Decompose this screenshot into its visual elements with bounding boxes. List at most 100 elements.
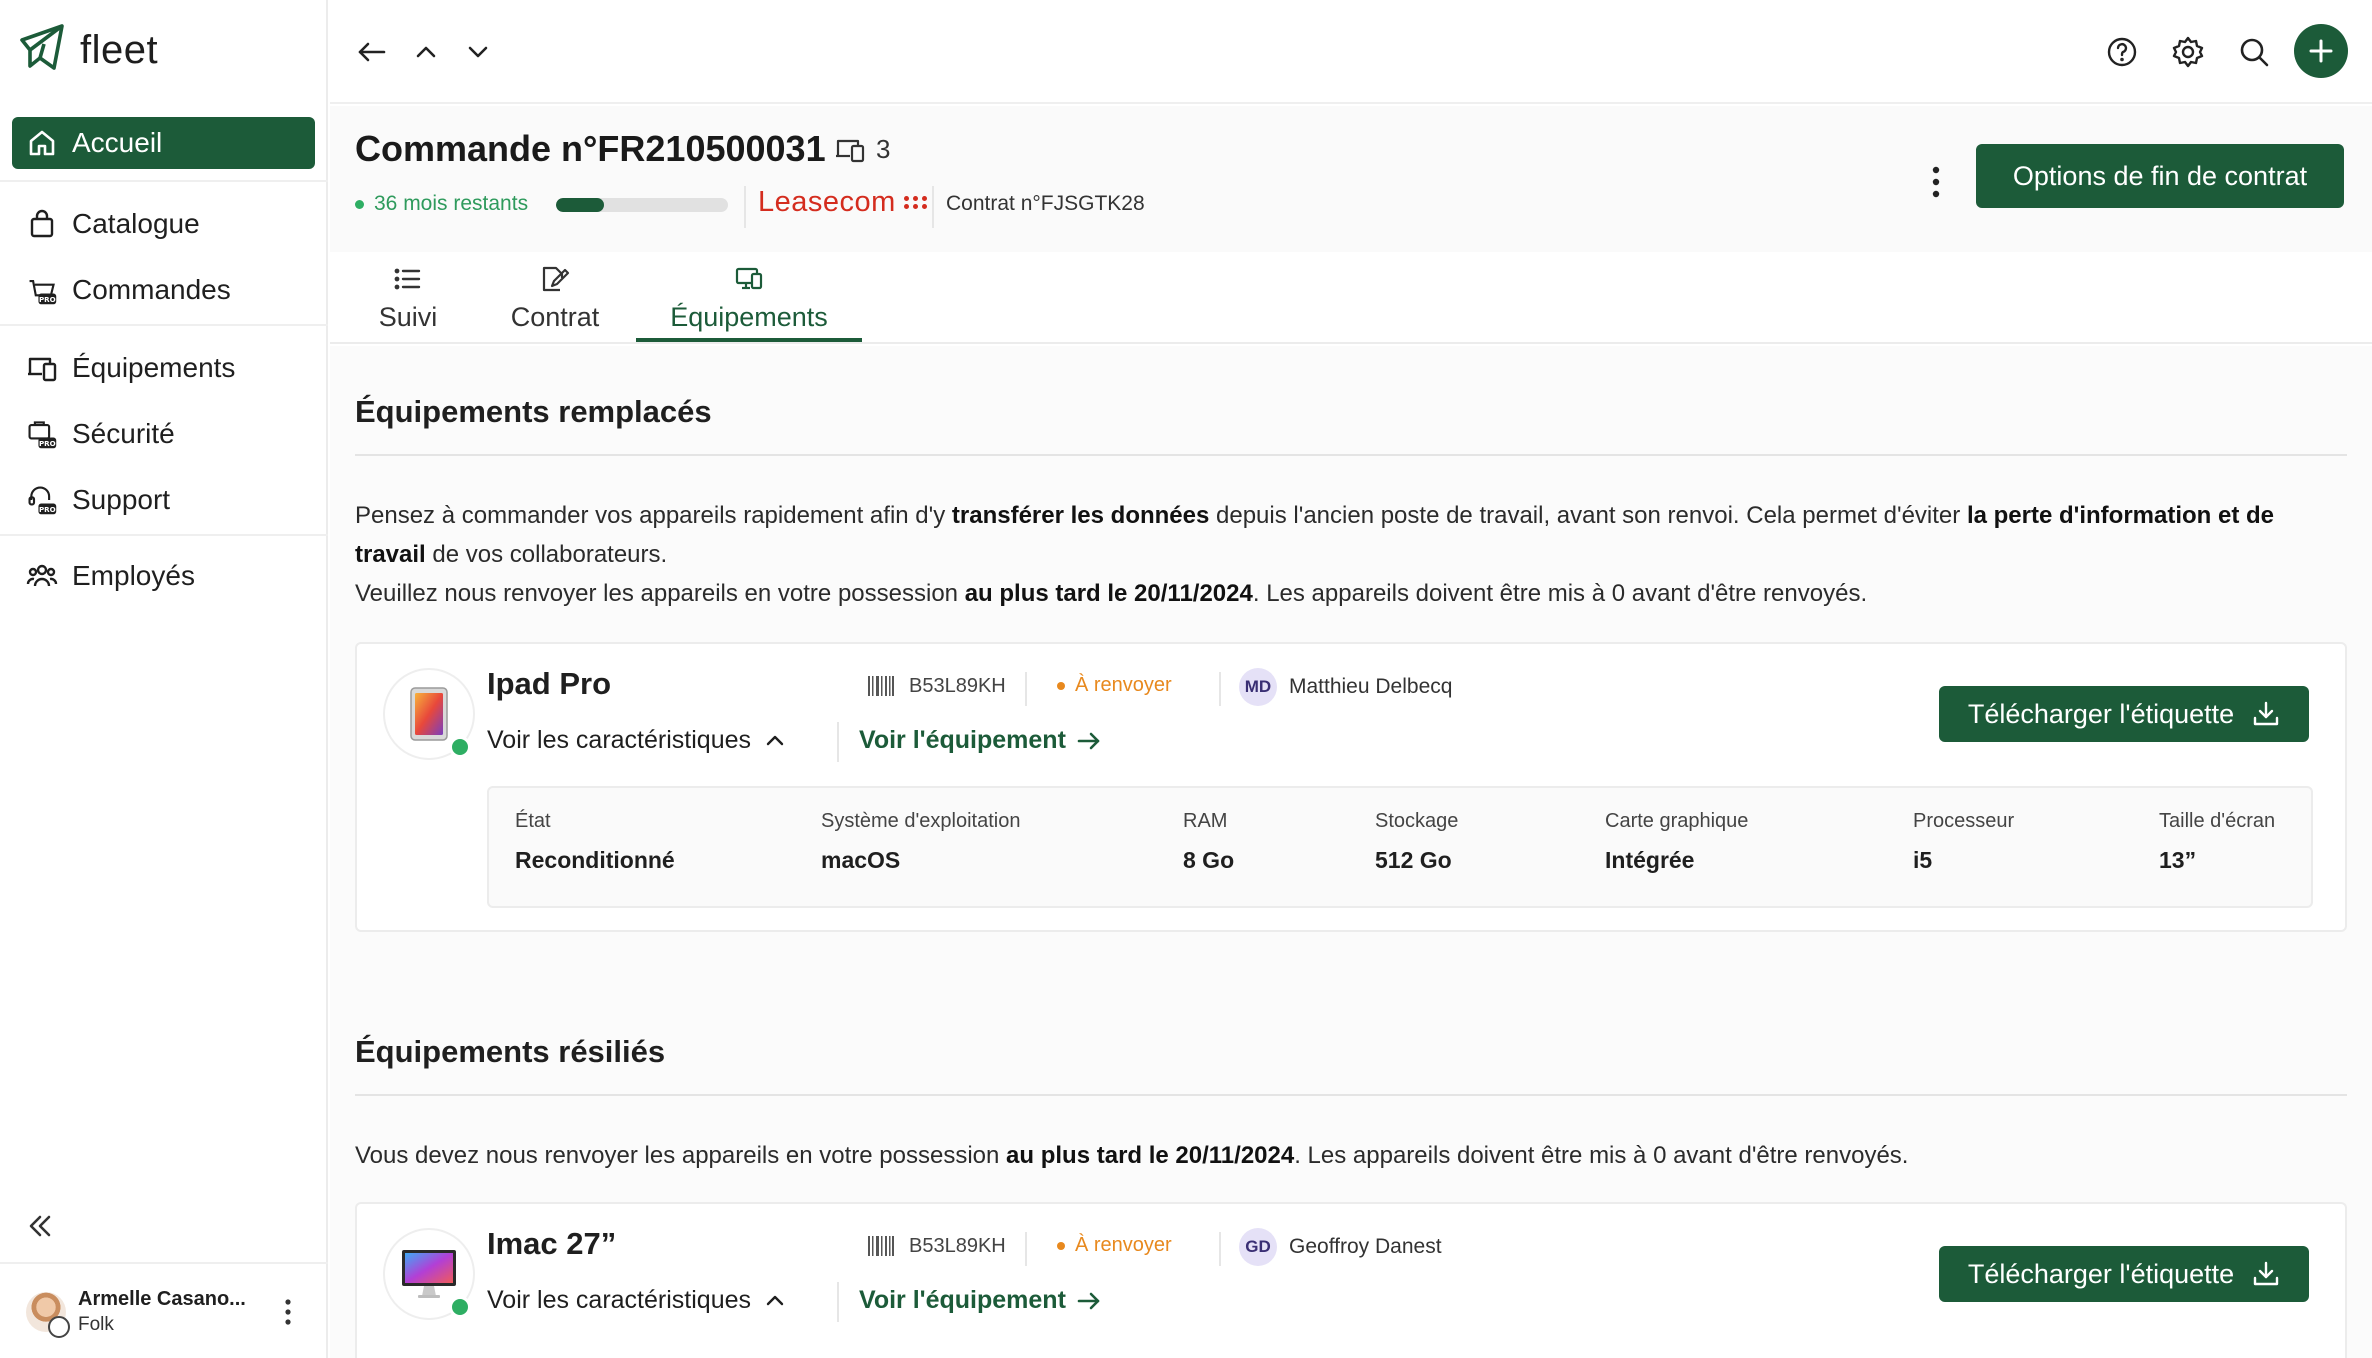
status-label: À renvoyer <box>1075 674 1172 696</box>
user-menu-icon[interactable] <box>278 1294 298 1330</box>
lessor-logo-dots <box>903 196 928 209</box>
sidebar-item-label: Sécurité <box>72 418 175 449</box>
nav-group-devices: Équipements PRO Sécurité PRO Support <box>0 326 328 536</box>
org-avatar-icon <box>48 1316 70 1338</box>
top-bar <box>330 0 2372 104</box>
serial-number: B53L89KH <box>867 674 1006 698</box>
nav-group-shop: Catalogue PRO Commandes <box>0 182 328 326</box>
assignee[interactable]: MD Matthieu Delbecq <box>1239 668 1452 706</box>
sidebar-item-catalogue[interactable]: Catalogue <box>12 198 315 250</box>
divider <box>1219 672 1221 706</box>
view-device-link[interactable]: Voir l'équipement <box>859 726 1102 755</box>
divider <box>837 722 839 762</box>
svg-text:PRO: PRO <box>39 295 56 304</box>
remaining-months: 36 mois restants <box>355 192 528 216</box>
section-title-terminated: Équipements résiliés <box>355 1034 666 1069</box>
sidebar-item-label: Accueil <box>72 127 163 158</box>
divider <box>744 186 746 228</box>
download-icon <box>2253 701 2279 726</box>
user-profile[interactable]: Armelle Casano... Folk <box>0 1262 328 1358</box>
view-device-label: Voir l'équipement <box>859 726 1066 754</box>
status-dot <box>1057 1241 1065 1250</box>
help-icon[interactable] <box>2102 32 2142 72</box>
back-arrow-icon[interactable] <box>352 32 392 72</box>
device-card-ipad: Ipad Pro B53L89KH À renvoyer MD Matthieu… <box>355 642 2347 932</box>
chevron-up-icon <box>766 735 784 745</box>
tab-contrat[interactable]: Contrat <box>490 252 620 344</box>
serial-value: B53L89KH <box>909 674 1006 697</box>
device-count: 3 <box>834 134 890 165</box>
toggle-specs-label: Voir les caractéristiques <box>487 726 752 754</box>
search-icon[interactable] <box>2234 32 2274 72</box>
sidebar-item-securite[interactable]: PRO Sécurité <box>12 408 315 460</box>
status-badge: À renvoyer <box>1057 1234 1172 1257</box>
remaining-label: 36 mois restants <box>374 192 529 215</box>
nav-group-home: Accueil <box>0 0 328 182</box>
tab-label: Suivi <box>378 301 438 332</box>
list-icon <box>394 268 421 289</box>
toggle-specs-button[interactable]: Voir les caractéristiques <box>487 1286 787 1315</box>
sidebar-item-employes[interactable]: Employés <box>12 550 315 602</box>
sidebar-item-label: Commandes <box>72 274 231 305</box>
contract-number: Contrat n°FJSGTK28 <box>946 192 1145 215</box>
divider <box>355 454 2347 456</box>
download-label-button[interactable]: Télécharger l'étiquette <box>1939 1246 2309 1302</box>
divider <box>837 1282 839 1322</box>
gear-icon[interactable] <box>2168 32 2208 72</box>
tab-label: Contrat <box>510 301 600 332</box>
serial-number: B53L89KH <box>867 1234 1006 1258</box>
sidebar-item-commandes[interactable]: PRO Commandes <box>12 264 315 316</box>
bag-icon <box>24 206 60 242</box>
plus-icon <box>2309 39 2333 63</box>
pro-security-icon: PRO <box>24 416 60 452</box>
lessor-name: Leasecom <box>758 186 896 218</box>
sidebar-item-support[interactable]: PRO Support <box>12 474 315 526</box>
divider <box>932 186 934 228</box>
status-dot <box>449 736 471 758</box>
end-of-contract-button[interactable]: Options de fin de contrat <box>1976 144 2344 208</box>
tab-suivi[interactable]: Suivi <box>358 252 458 344</box>
nav-group-people: Employés <box>0 536 328 616</box>
download-label-button[interactable]: Télécharger l'étiquette <box>1939 686 2309 742</box>
assignee[interactable]: GD Geoffroy Danest <box>1239 1228 1442 1266</box>
sidebar: fleet Accueil Catalogue PRO Commandes Éq… <box>0 0 328 1358</box>
contract-progress-bar <box>556 198 728 212</box>
lessor-logo: Leasecom <box>758 186 928 219</box>
order-header: Commande n°FR210500031 3 36 mois restant… <box>330 106 2372 252</box>
view-device-label: Voir l'équipement <box>859 1286 1066 1314</box>
spec-screen-size: Taille d'écran 13” <box>2159 810 2276 873</box>
imac-image <box>402 1250 456 1298</box>
device-name: Ipad Pro <box>487 666 612 701</box>
toggle-specs-label: Voir les caractéristiques <box>487 1286 752 1314</box>
active-tab-indicator <box>636 338 862 342</box>
barcode-icon <box>868 676 894 696</box>
people-icon <box>24 558 60 594</box>
divider <box>1219 1232 1221 1266</box>
svg-text:PRO: PRO <box>39 505 56 514</box>
sidebar-item-accueil[interactable]: Accueil <box>12 117 315 169</box>
contract-edit-icon <box>542 266 570 291</box>
chevron-up-icon[interactable] <box>406 32 446 72</box>
assignee-avatar: GD <box>1239 1228 1277 1266</box>
devices-icon <box>735 267 763 289</box>
sidebar-item-equipements[interactable]: Équipements <box>12 342 315 394</box>
spec-storage: Stockage 512 Go <box>1375 810 1459 873</box>
device-specs-panel: État Reconditionné Système d'exploitatio… <box>487 786 2313 908</box>
spec-os: Système d'exploitation macOS <box>821 810 1021 873</box>
order-tabs: Suivi Contrat Équipements <box>330 252 2372 344</box>
collapse-sidebar-icon[interactable] <box>22 1208 58 1244</box>
toggle-specs-button[interactable]: Voir les caractéristiques <box>487 726 787 755</box>
tab-equipements[interactable]: Équipements <box>636 252 862 344</box>
device-count-value: 3 <box>876 134 891 164</box>
device-card-imac: Imac 27” B53L89KH À renvoyer GD Geoffroy… <box>355 1202 2347 1358</box>
more-options-icon[interactable] <box>1926 160 1946 204</box>
replaced-instructions: Pensez à commander vos appareils rapidem… <box>355 502 2275 607</box>
status-dot <box>1057 681 1065 690</box>
divider <box>1025 672 1027 706</box>
add-button[interactable] <box>2294 24 2348 78</box>
devices-icon <box>836 139 865 162</box>
pro-support-icon: PRO <box>24 482 60 518</box>
devices-icon <box>24 350 60 386</box>
view-device-link[interactable]: Voir l'équipement <box>859 1286 1102 1315</box>
chevron-down-icon[interactable] <box>458 32 498 72</box>
